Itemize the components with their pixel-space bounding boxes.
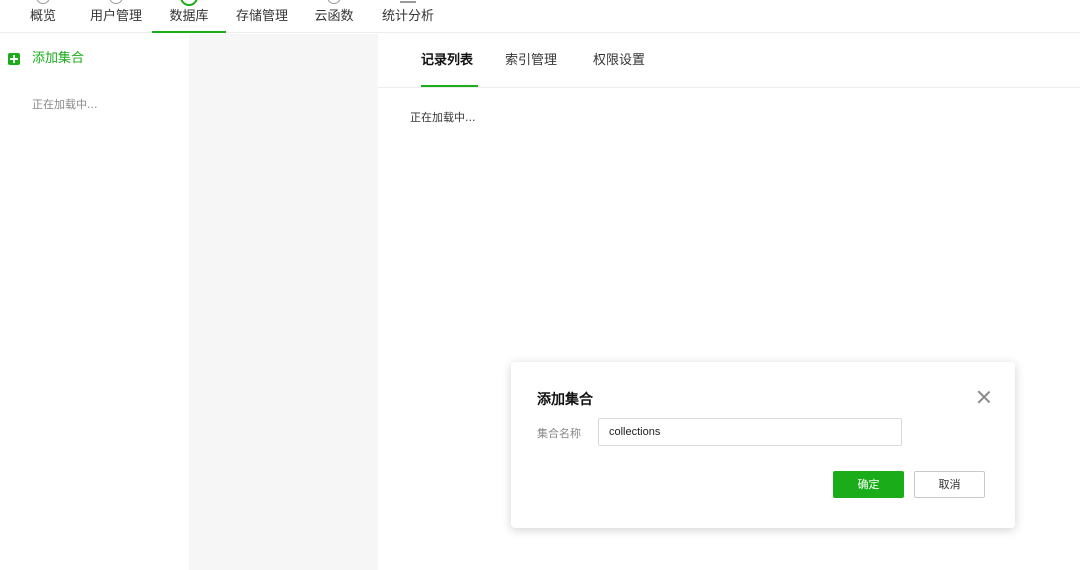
- cancel-button[interactable]: 取消: [914, 471, 985, 498]
- tab-records[interactable]: 记录列表: [421, 53, 473, 69]
- chart-icon: [400, 0, 416, 3]
- records-loading-text: 正在加载中...: [410, 111, 476, 124]
- nav-label: 云函数: [314, 9, 354, 24]
- close-icon[interactable]: [977, 390, 991, 404]
- overview-icon: [36, 0, 50, 4]
- nav-label: 存储管理: [235, 9, 288, 24]
- nav-label: 数据库: [169, 9, 209, 24]
- collection-sidebar: 添加集合 正在加载中...: [0, 34, 189, 570]
- tab-indexes[interactable]: 索引管理: [505, 53, 557, 69]
- add-collection-label: 添加集合: [32, 51, 85, 66]
- nav-item-users[interactable]: 用户管理: [88, 0, 144, 33]
- add-collection-dialog: 添加集合 集合名称 确定 取消: [511, 362, 1015, 528]
- nav-label: 用户管理: [89, 9, 142, 24]
- dialog-title: 添加集合: [537, 392, 593, 408]
- active-tab-indicator: [152, 31, 226, 33]
- tab-permissions[interactable]: 权限设置: [593, 53, 645, 69]
- storage-icon: [255, 0, 269, 4]
- collection-name-input[interactable]: [598, 418, 902, 446]
- nav-item-storage[interactable]: 存储管理: [234, 0, 290, 33]
- user-icon: [109, 0, 123, 4]
- function-icon: [327, 0, 341, 4]
- confirm-button[interactable]: 确定: [833, 471, 904, 498]
- nav-item-overview[interactable]: 概览: [28, 0, 58, 33]
- collection-name-label: 集合名称: [537, 427, 581, 440]
- top-nav: 概览 用户管理 数据库 存储管理 云函数 统计分析: [0, 0, 1080, 33]
- nav-label: 统计分析: [381, 9, 434, 24]
- tab-bar: 记录列表 索引管理 权限设置: [378, 34, 1080, 88]
- active-tab-underline: [421, 85, 478, 87]
- sidebar-loading-text: 正在加载中...: [32, 98, 98, 111]
- nav-item-functions[interactable]: 云函数: [312, 0, 356, 33]
- nav-item-database[interactable]: 数据库: [152, 0, 226, 33]
- nav-item-analytics[interactable]: 统计分析: [380, 0, 436, 33]
- database-icon: [180, 0, 198, 6]
- nav-label: 概览: [29, 9, 56, 24]
- plus-icon: [8, 53, 20, 65]
